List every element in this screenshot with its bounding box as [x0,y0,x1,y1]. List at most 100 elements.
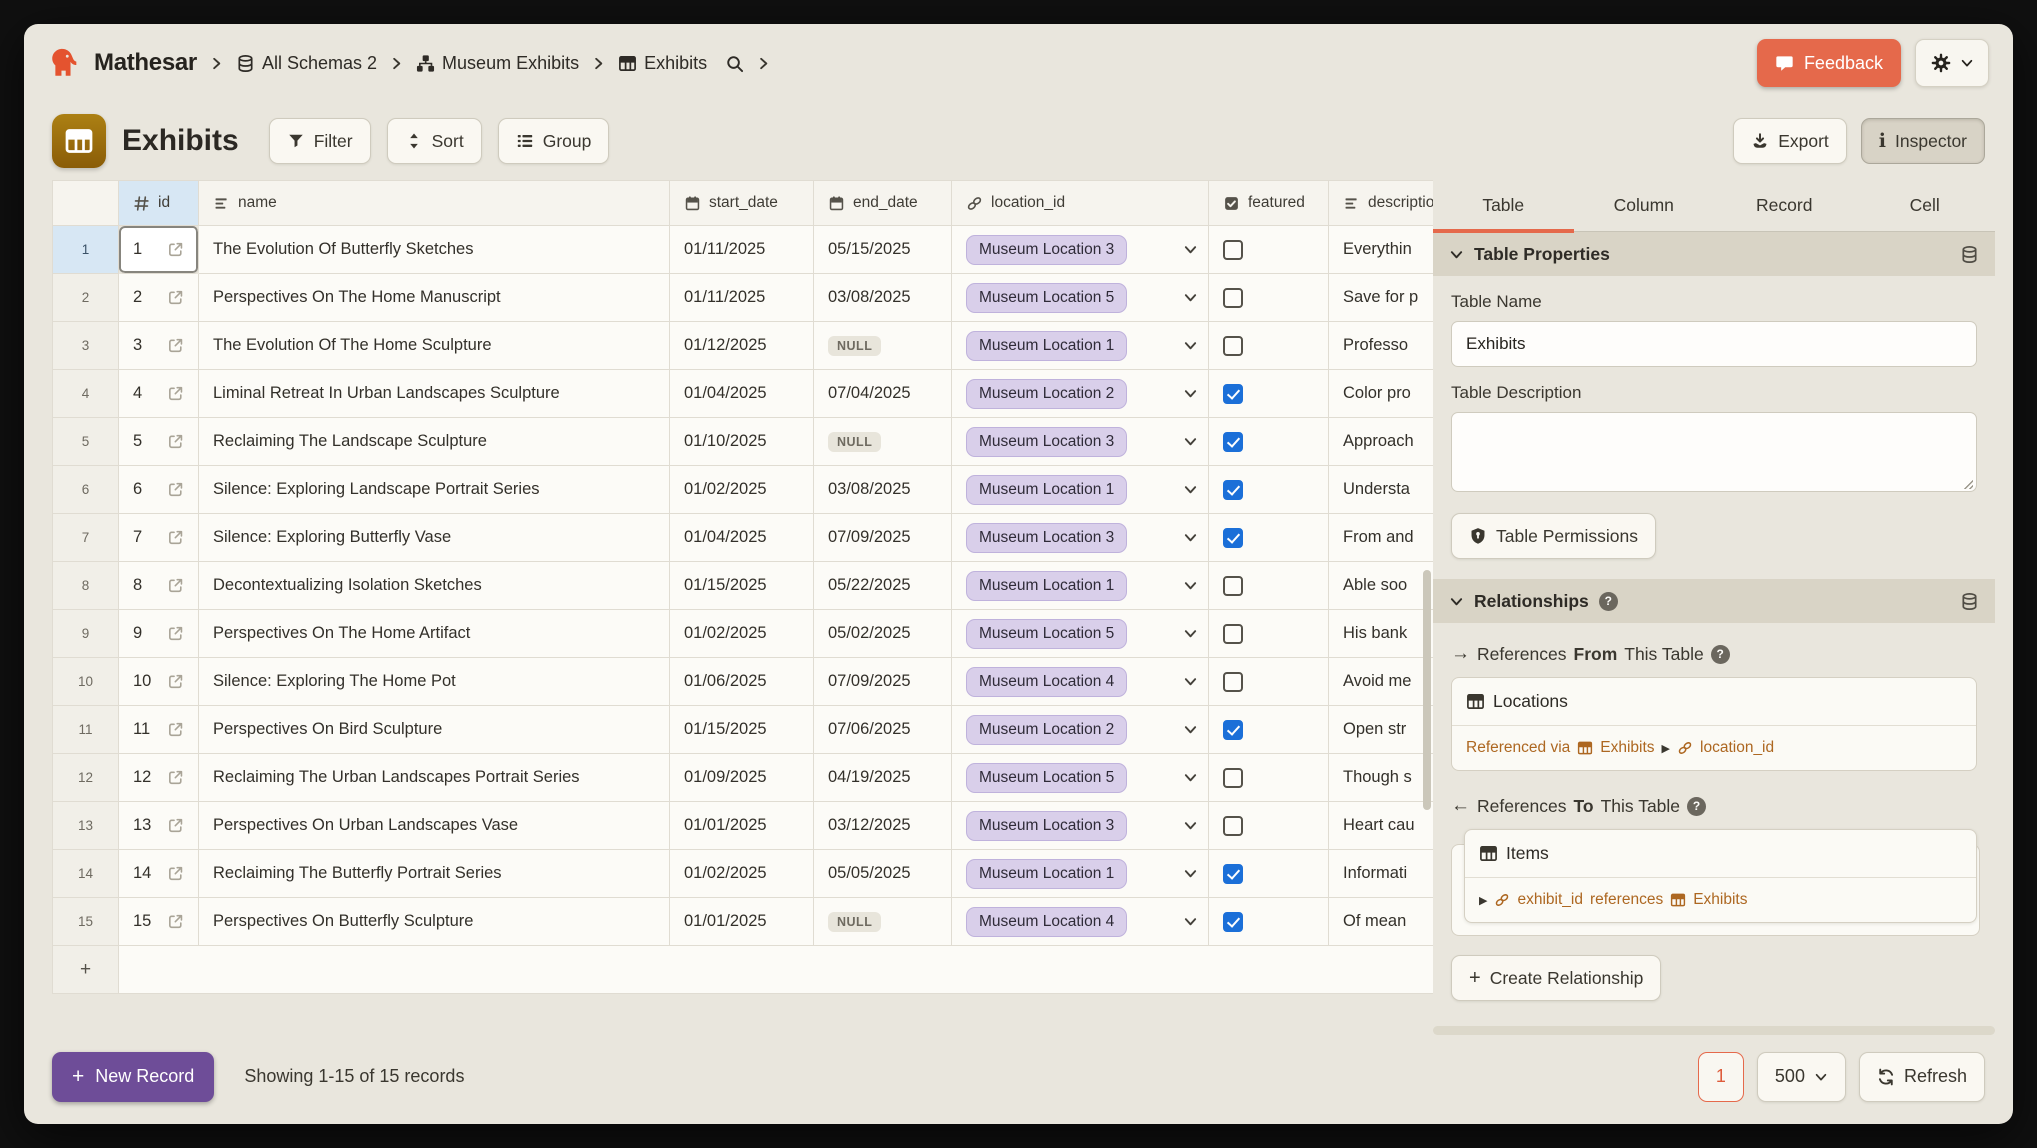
name-cell[interactable]: Perspectives On Urban Landscapes Vase [199,802,670,850]
chevron-down-icon[interactable] [1449,247,1464,262]
location-cell[interactable]: Museum Location 5 [952,610,1209,658]
location-cell[interactable]: Museum Location 5 [952,274,1209,322]
start-date-cell[interactable]: 01/04/2025 [670,514,814,562]
end-date-cell[interactable]: 03/08/2025 [814,274,952,322]
vertical-scrollbar[interactable] [1423,570,1431,810]
row-number-cell[interactable]: 12 [53,754,119,802]
location-cell[interactable]: Museum Location 3 [952,802,1209,850]
start-date-cell[interactable]: 01/04/2025 [670,370,814,418]
create-relationship-button[interactable]: + Create Relationship [1451,955,1661,1001]
start-date-cell[interactable]: 01/02/2025 [670,610,814,658]
row-number-cell[interactable]: 5 [53,418,119,466]
breadcrumb-schemas[interactable]: All Schemas 2 [236,53,377,74]
end-date-cell[interactable]: 05/02/2025 [814,610,952,658]
column-header-id[interactable]: id [119,181,199,226]
featured-cell[interactable] [1209,898,1329,946]
open-record-icon[interactable] [167,721,184,738]
row-number-cell[interactable]: 13 [53,802,119,850]
open-record-icon[interactable] [167,865,184,882]
tab-cell[interactable]: Cell [1855,180,1996,231]
row-number-cell[interactable]: 11 [53,706,119,754]
id-cell[interactable]: 3 [119,322,199,370]
description-cell[interactable]: His bank [1329,610,1433,658]
start-date-cell[interactable]: 01/09/2025 [670,754,814,802]
location-cell[interactable]: Museum Location 2 [952,706,1209,754]
tab-record[interactable]: Record [1714,180,1855,231]
row-number-cell[interactable]: 7 [53,514,119,562]
row-number-cell[interactable]: 4 [53,370,119,418]
start-date-cell[interactable]: 01/11/2025 [670,226,814,274]
column-header-description[interactable]: description [1329,181,1433,226]
featured-checkbox[interactable] [1223,240,1243,260]
featured-cell[interactable] [1209,850,1329,898]
name-cell[interactable]: Reclaiming The Butterfly Portrait Series [199,850,670,898]
open-record-icon[interactable] [167,529,184,546]
row-number-cell[interactable]: 14 [53,850,119,898]
location-cell[interactable]: Museum Location 5 [952,754,1209,802]
chevron-down-icon[interactable] [1183,530,1198,545]
refresh-button[interactable]: Refresh [1859,1052,1985,1102]
end-date-cell[interactable]: 03/08/2025 [814,466,952,514]
featured-cell[interactable] [1209,802,1329,850]
start-date-cell[interactable]: 01/15/2025 [670,562,814,610]
row-number-cell[interactable]: 8 [53,562,119,610]
id-cell[interactable]: 14 [119,850,199,898]
end-date-cell[interactable]: 05/05/2025 [814,850,952,898]
description-cell[interactable]: Approach [1329,418,1433,466]
id-cell[interactable]: 4 [119,370,199,418]
name-cell[interactable]: The Evolution Of The Home Sculpture [199,322,670,370]
description-cell[interactable]: Everythin [1329,226,1433,274]
filter-button[interactable]: Filter [269,118,371,164]
chevron-down-icon[interactable] [1183,722,1198,737]
chevron-down-icon[interactable] [1183,866,1198,881]
location-cell[interactable]: Museum Location 1 [952,466,1209,514]
row-number-cell[interactable]: 6 [53,466,119,514]
featured-cell[interactable] [1209,658,1329,706]
featured-checkbox[interactable] [1223,912,1243,932]
group-button[interactable]: Group [498,118,610,164]
row-number-cell[interactable]: 1 [53,226,119,274]
chevron-down-icon[interactable] [1183,386,1198,401]
featured-checkbox[interactable] [1223,480,1243,500]
help-icon[interactable]: ? [1711,645,1730,664]
location-cell[interactable]: Museum Location 4 [952,658,1209,706]
featured-cell[interactable] [1209,466,1329,514]
id-cell[interactable]: 12 [119,754,199,802]
id-cell[interactable]: 11 [119,706,199,754]
location-cell[interactable]: Museum Location 3 [952,418,1209,466]
start-date-cell[interactable]: 01/10/2025 [670,418,814,466]
open-record-icon[interactable] [167,481,184,498]
id-cell[interactable]: 15 [119,898,199,946]
description-cell[interactable]: Avoid me [1329,658,1433,706]
row-number-cell[interactable]: 2 [53,274,119,322]
start-date-cell[interactable]: 01/01/2025 [670,802,814,850]
featured-checkbox[interactable] [1223,528,1243,548]
start-date-cell[interactable]: 01/11/2025 [670,274,814,322]
description-cell[interactable]: Though s [1329,754,1433,802]
app-name-link[interactable]: Mathesar [94,49,197,77]
end-date-cell[interactable]: 05/15/2025 [814,226,952,274]
location-cell[interactable]: Museum Location 3 [952,226,1209,274]
description-cell[interactable]: Open str [1329,706,1433,754]
name-cell[interactable]: Decontextualizing Isolation Sketches [199,562,670,610]
name-cell[interactable]: Perspectives On Butterfly Sculpture [199,898,670,946]
featured-checkbox[interactable] [1223,672,1243,692]
open-record-icon[interactable] [167,673,184,690]
location-cell[interactable]: Museum Location 3 [952,514,1209,562]
open-record-icon[interactable] [167,817,184,834]
id-cell[interactable]: 7 [119,514,199,562]
feedback-button[interactable]: Feedback [1757,39,1901,87]
inspector-button[interactable]: i Inspector [1861,118,1985,164]
name-cell[interactable]: Perspectives On The Home Artifact [199,610,670,658]
chevron-down-icon[interactable] [1183,242,1198,257]
featured-cell[interactable] [1209,562,1329,610]
featured-cell[interactable] [1209,610,1329,658]
featured-cell[interactable] [1209,274,1329,322]
chevron-down-icon[interactable] [1183,338,1198,353]
description-cell[interactable]: Able soo [1329,562,1433,610]
end-date-cell[interactable]: NULL [814,898,952,946]
end-date-cell[interactable]: 03/12/2025 [814,802,952,850]
location-cell[interactable]: Museum Location 1 [952,562,1209,610]
tab-table[interactable]: Table [1433,180,1574,231]
end-date-cell[interactable]: 07/09/2025 [814,514,952,562]
